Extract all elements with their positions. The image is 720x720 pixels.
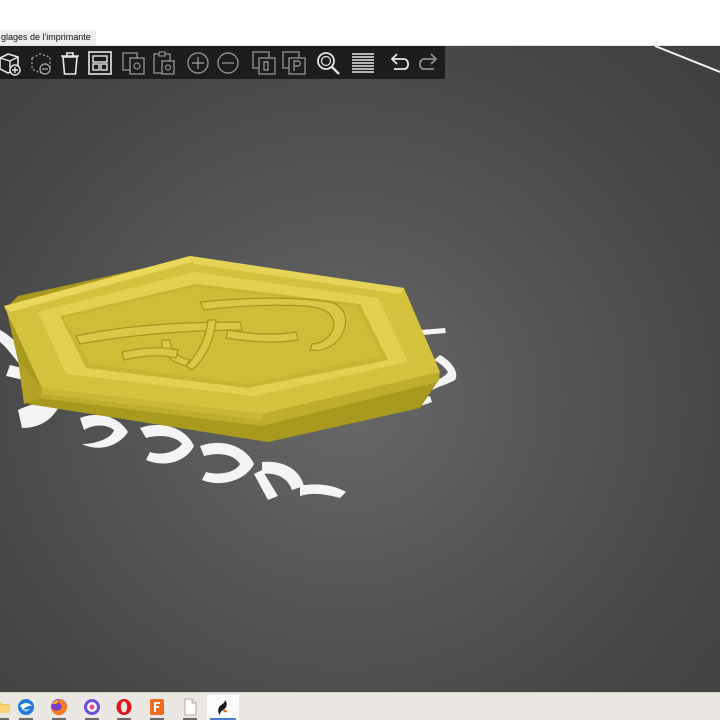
prusaslicer-app[interactable] bbox=[207, 695, 239, 720]
split-objects-icon bbox=[252, 51, 276, 75]
remove-model-button[interactable] bbox=[26, 49, 54, 77]
main-toolbar bbox=[0, 46, 445, 79]
undo-button[interactable] bbox=[386, 49, 414, 77]
add-model-icon bbox=[0, 53, 21, 76]
windows-taskbar bbox=[0, 692, 720, 720]
prusaslicer-icon bbox=[215, 699, 231, 715]
flashprint-icon bbox=[150, 699, 164, 715]
delete-button[interactable] bbox=[56, 49, 84, 77]
opera-icon bbox=[116, 699, 132, 715]
remove-model-icon bbox=[31, 53, 51, 75]
notepad-app[interactable] bbox=[174, 695, 206, 720]
3d-viewport[interactable] bbox=[0, 46, 720, 692]
paste-icon bbox=[153, 51, 175, 75]
3d-scene bbox=[0, 46, 720, 500]
copy-icon bbox=[122, 52, 145, 75]
window-title-bar bbox=[0, 0, 720, 30]
minus-circle-icon bbox=[217, 52, 239, 74]
firefox-app[interactable] bbox=[43, 695, 75, 720]
firefox-icon bbox=[51, 699, 67, 715]
arrange-button[interactable] bbox=[86, 49, 114, 77]
add-instance-button[interactable] bbox=[184, 49, 212, 77]
teams-app[interactable] bbox=[76, 695, 108, 720]
layers-button[interactable] bbox=[349, 49, 377, 77]
split-parts-icon bbox=[282, 51, 306, 75]
remove-instance-button[interactable] bbox=[214, 49, 242, 77]
thunderbird-icon bbox=[18, 699, 34, 715]
menu-bar: glages de l'imprimante bbox=[0, 30, 720, 46]
undo-icon bbox=[390, 53, 410, 70]
trash-icon bbox=[61, 52, 79, 75]
split-parts-button[interactable] bbox=[280, 49, 308, 77]
layers-icon bbox=[352, 53, 374, 73]
printer-settings-tab[interactable]: glages de l'imprimante bbox=[0, 30, 96, 45]
thunderbird-app[interactable] bbox=[10, 695, 42, 720]
search-button[interactable] bbox=[314, 49, 342, 77]
opera-app[interactable] bbox=[108, 695, 140, 720]
teams-icon bbox=[84, 699, 100, 715]
hex-token-model[interactable] bbox=[4, 256, 440, 442]
bed-edge-line bbox=[654, 46, 720, 73]
plus-circle-icon bbox=[187, 52, 209, 74]
redo-button[interactable] bbox=[414, 49, 442, 77]
flashprint-app[interactable] bbox=[141, 695, 173, 720]
add-model-button[interactable] bbox=[0, 49, 22, 77]
paste-button[interactable] bbox=[150, 49, 178, 77]
arrange-icon bbox=[88, 51, 112, 75]
blank-document-icon bbox=[184, 698, 197, 716]
search-icon bbox=[317, 52, 340, 75]
copy-button[interactable] bbox=[120, 49, 148, 77]
split-objects-button[interactable] bbox=[250, 49, 278, 77]
redo-icon bbox=[418, 53, 438, 70]
